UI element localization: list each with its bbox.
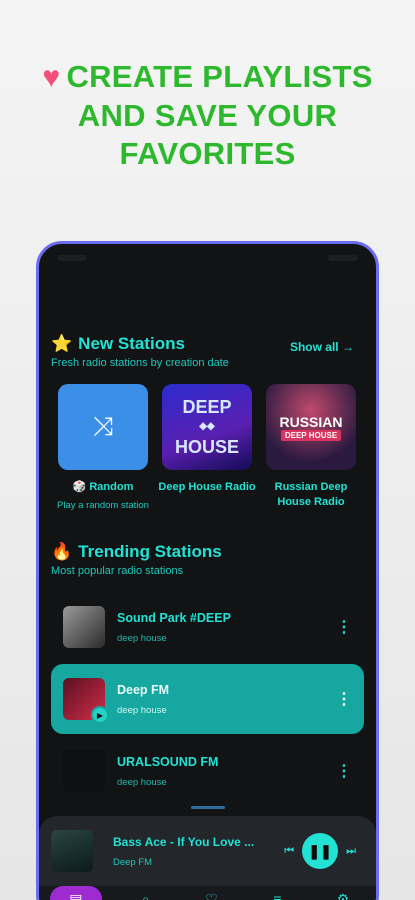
previous-icon[interactable]: ⏮	[284, 845, 294, 858]
more-options-icon[interactable]: ⋮	[336, 689, 352, 709]
station-artwork: ▶	[63, 678, 109, 724]
station-card-russian[interactable]: RUSSIAN DEEP HOUSE Russian Deep House Ra…	[259, 384, 363, 512]
promo-line-3: FAVORITES	[119, 136, 296, 171]
status-left	[57, 255, 87, 261]
phone-frame: ⭐ New Stations Fresh radio stations by cr…	[36, 241, 379, 900]
station-genre: deep house	[117, 632, 167, 644]
new-stations-header: ⭐ New Stations Fresh radio stations by cr…	[51, 334, 364, 369]
more-options-icon[interactable]: ⋮	[336, 617, 352, 637]
station-genre: deep house	[117, 776, 167, 788]
station-card-random[interactable]: ⤨ 🎲 Random Play a random station	[51, 384, 155, 512]
arrow-right-icon: →	[342, 340, 354, 354]
trending-subtitle: Most popular radio stations	[51, 565, 184, 577]
heart-outline-icon[interactable]: ♡	[189, 886, 233, 900]
mini-player[interactable]: Bass Ace - If You Love ... Deep FM ⏮ ❚❚ …	[39, 816, 376, 886]
card-title: Russian Deep House Radio	[274, 481, 348, 508]
status-bar	[39, 244, 376, 272]
promo-line-2: AND SAVE YOUR	[77, 98, 338, 133]
scroll-indicator	[191, 806, 225, 809]
search-icon[interactable]: ⌕	[124, 886, 168, 900]
playing-icon: ▶	[91, 706, 109, 724]
show-all-button[interactable]: Show all →	[290, 340, 354, 354]
promo-headline: ♥ CREATE PLAYLISTS AND SAVE YOUR FAVORITE…	[0, 58, 415, 173]
card-subtitle: Play a random station	[57, 500, 149, 511]
station-artwork	[63, 606, 105, 648]
new-stations-carousel[interactable]: ⤨ 🎲 Random Play a random station DEEP ◆◆…	[51, 384, 363, 512]
track-title: Bass Ace - If You Love ...	[113, 834, 255, 849]
trending-list: Sound Park #DEEP deep house ⋮ ▶ Deep FM …	[51, 592, 364, 808]
fire-icon: 🔥	[51, 542, 73, 561]
star-icon: ⭐	[51, 334, 73, 353]
station-artwork	[63, 750, 105, 792]
station-row[interactable]: URALSOUND FM deep house ⋮	[51, 736, 364, 806]
trending-title: Trending Stations	[78, 542, 222, 561]
card-title: 🎲 Random	[72, 481, 134, 493]
shuffle-icon: ⤨	[58, 384, 148, 470]
new-stations-subtitle: Fresh radio stations by creation date	[51, 357, 229, 369]
station-artwork: RUSSIAN DEEP HOUSE	[266, 384, 356, 470]
station-row[interactable]: Sound Park #DEEP deep house ⋮	[51, 592, 364, 662]
station-name: URALSOUND FM	[117, 754, 219, 769]
new-stations-title: New Stations	[78, 334, 185, 353]
station-name: Deep FM	[117, 682, 170, 697]
station-name: Sound Park #DEEP	[117, 610, 231, 625]
bottom-nav: ▤ ⌕ ♡ ≡ ⚙	[39, 886, 376, 900]
trending-header: 🔥 Trending Stations Most popular radio st…	[51, 542, 364, 577]
settings-icon[interactable]: ⚙	[321, 886, 365, 900]
station-artwork: DEEP ◆◆ HOUSE	[162, 384, 252, 470]
status-right	[328, 255, 358, 261]
heart-icon: ♥	[42, 61, 61, 94]
playlist-icon[interactable]: ≡	[255, 886, 299, 900]
pause-button[interactable]: ❚❚	[302, 833, 339, 869]
station-genre: deep house	[117, 704, 167, 716]
radio-icon[interactable]: ▤	[49, 886, 102, 900]
more-options-icon[interactable]: ⋮	[336, 761, 352, 781]
promo-line-1: CREATE PLAYLISTS	[66, 59, 373, 94]
station-card-deep-house[interactable]: DEEP ◆◆ HOUSE Deep House Radio	[155, 384, 259, 512]
track-station: Deep FM	[113, 856, 153, 868]
card-title: Deep House Radio	[158, 481, 256, 493]
next-icon[interactable]: ⏭	[346, 845, 356, 858]
track-artwork	[51, 830, 93, 872]
station-row-active[interactable]: ▶ Deep FM deep house ⋮	[51, 664, 364, 734]
